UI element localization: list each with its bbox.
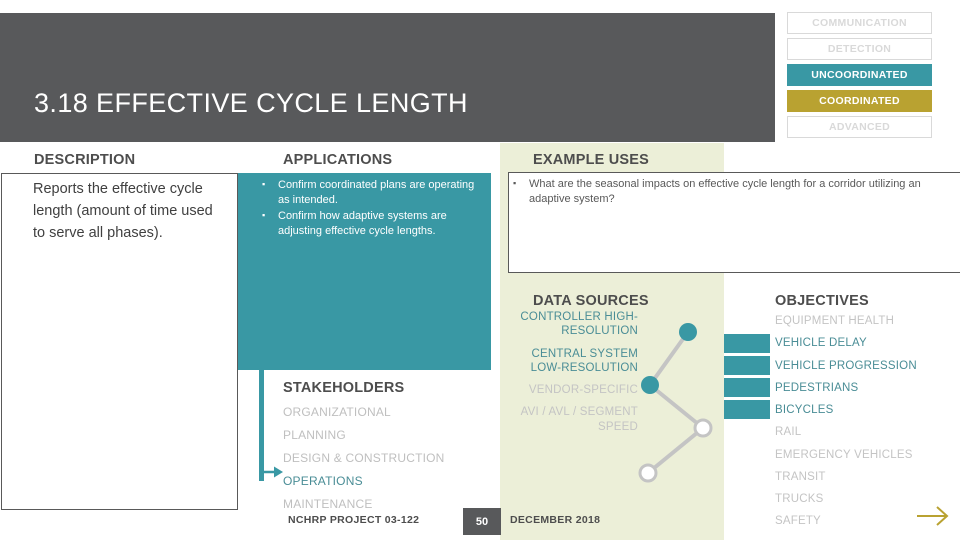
applications-bullet-list: ▪ Confirm coordinated plans are operatin… [262, 178, 487, 241]
footer-date-label: DECEMBER 2018 [510, 514, 601, 526]
objective-vehicle-progression[interactable]: VEHICLE PROGRESSION [775, 359, 955, 373]
header-bar [0, 13, 775, 142]
next-slide-arrow-icon[interactable] [916, 504, 950, 528]
applications-bullet-text: Confirm coordinated plans are operating … [278, 179, 475, 206]
objectives-heading: OBJECTIVES [775, 293, 869, 309]
bullet-icon: ▪ [513, 178, 517, 188]
objective-rail[interactable]: RAIL [775, 425, 955, 439]
badge-advanced[interactable]: ADVANCED [787, 116, 932, 138]
objective-bar [724, 378, 770, 397]
objective-bar [724, 334, 770, 353]
badge-communication[interactable]: COMMUNICATION [787, 12, 932, 34]
page-number-badge: 50 [463, 508, 501, 535]
stakeholder-design-construction[interactable]: DESIGN & CONSTRUCTION [283, 446, 498, 469]
data-source-vendor-specific[interactable]: VENDOR-SPECIFIC [504, 383, 638, 397]
objective-bar [724, 400, 770, 419]
list-item: ▪ Confirm coordinated plans are operatin… [262, 178, 487, 207]
slide-root: 3.18 EFFECTIVE CYCLE LENGTH COMMUNICATIO… [0, 0, 960, 540]
badge-uncoordinated[interactable]: UNCOORDINATED [787, 64, 932, 86]
objective-pedestrians[interactable]: PEDESTRIANS [775, 381, 955, 395]
data-sources-node-graph [638, 323, 713, 483]
data-source-controller-high-resolution[interactable]: CONTROLLER HIGH-RESOLUTION [504, 310, 638, 339]
data-sources-label-list: CONTROLLER HIGH-RESOLUTION CENTRAL SYSTE… [504, 310, 638, 442]
applications-bullet-text: Confirm how adaptive systems are adjusti… [278, 210, 447, 237]
stakeholder-planning[interactable]: PLANNING [283, 423, 498, 446]
example-uses-heading: EXAMPLE USES [533, 152, 650, 168]
page-title: 3.18 EFFECTIVE CYCLE LENGTH [34, 88, 468, 118]
badge-detection[interactable]: DETECTION [787, 38, 932, 60]
node-vendor-specific [693, 418, 713, 438]
description-text: Reports the effective cycle length (amou… [33, 181, 213, 241]
data-source-avi-avl-segment-speed[interactable]: AVI / AVL / SEGMENT SPEED [504, 405, 638, 434]
description-heading: DESCRIPTION [34, 152, 136, 168]
bullet-icon: ▪ [262, 179, 266, 189]
objectives-indicator-bars [724, 334, 770, 422]
stakeholder-organizational[interactable]: ORGANIZATIONAL [283, 400, 498, 423]
badge-coordinated[interactable]: COORDINATED [787, 90, 932, 112]
example-uses-bullet-list: ▪ What are the seasonal impacts on effec… [513, 177, 953, 208]
list-item: ▪ Confirm how adaptive systems are adjus… [262, 209, 487, 238]
data-sources-heading: DATA SOURCES [533, 293, 649, 309]
objective-bar [724, 356, 770, 375]
capability-badge-list: COMMUNICATION DETECTION UNCOORDINATED CO… [787, 12, 932, 142]
objective-vehicle-delay[interactable]: VEHICLE DELAY [775, 336, 955, 350]
objective-emergency-vehicles[interactable]: EMERGENCY VEHICLES [775, 448, 955, 462]
applications-heading: APPLICATIONS [283, 152, 393, 168]
objective-transit[interactable]: TRANSIT [775, 470, 955, 484]
node-central-system-low-resolution [641, 376, 659, 394]
objective-equipment-health[interactable]: EQUIPMENT HEALTH [775, 314, 955, 328]
stakeholder-operations[interactable]: OPERATIONS [283, 469, 498, 492]
node-avi-avl-segment-speed [638, 463, 658, 483]
objective-bicycles[interactable]: BICYCLES [775, 403, 955, 417]
example-uses-bullet-text: What are the seasonal impacts on effecti… [529, 178, 921, 205]
footer-project-label: NCHRP PROJECT 03-122 [288, 514, 420, 526]
data-source-central-system-low-resolution[interactable]: CENTRAL SYSTEM LOW-RESOLUTION [504, 347, 638, 376]
stakeholders-list: ORGANIZATIONAL PLANNING DESIGN & CONSTRU… [283, 400, 498, 515]
stakeholders-heading: STAKEHOLDERS [283, 380, 405, 396]
bullet-icon: ▪ [262, 210, 266, 221]
list-item: ▪ What are the seasonal impacts on effec… [513, 177, 953, 206]
node-controller-high-resolution [679, 323, 697, 341]
